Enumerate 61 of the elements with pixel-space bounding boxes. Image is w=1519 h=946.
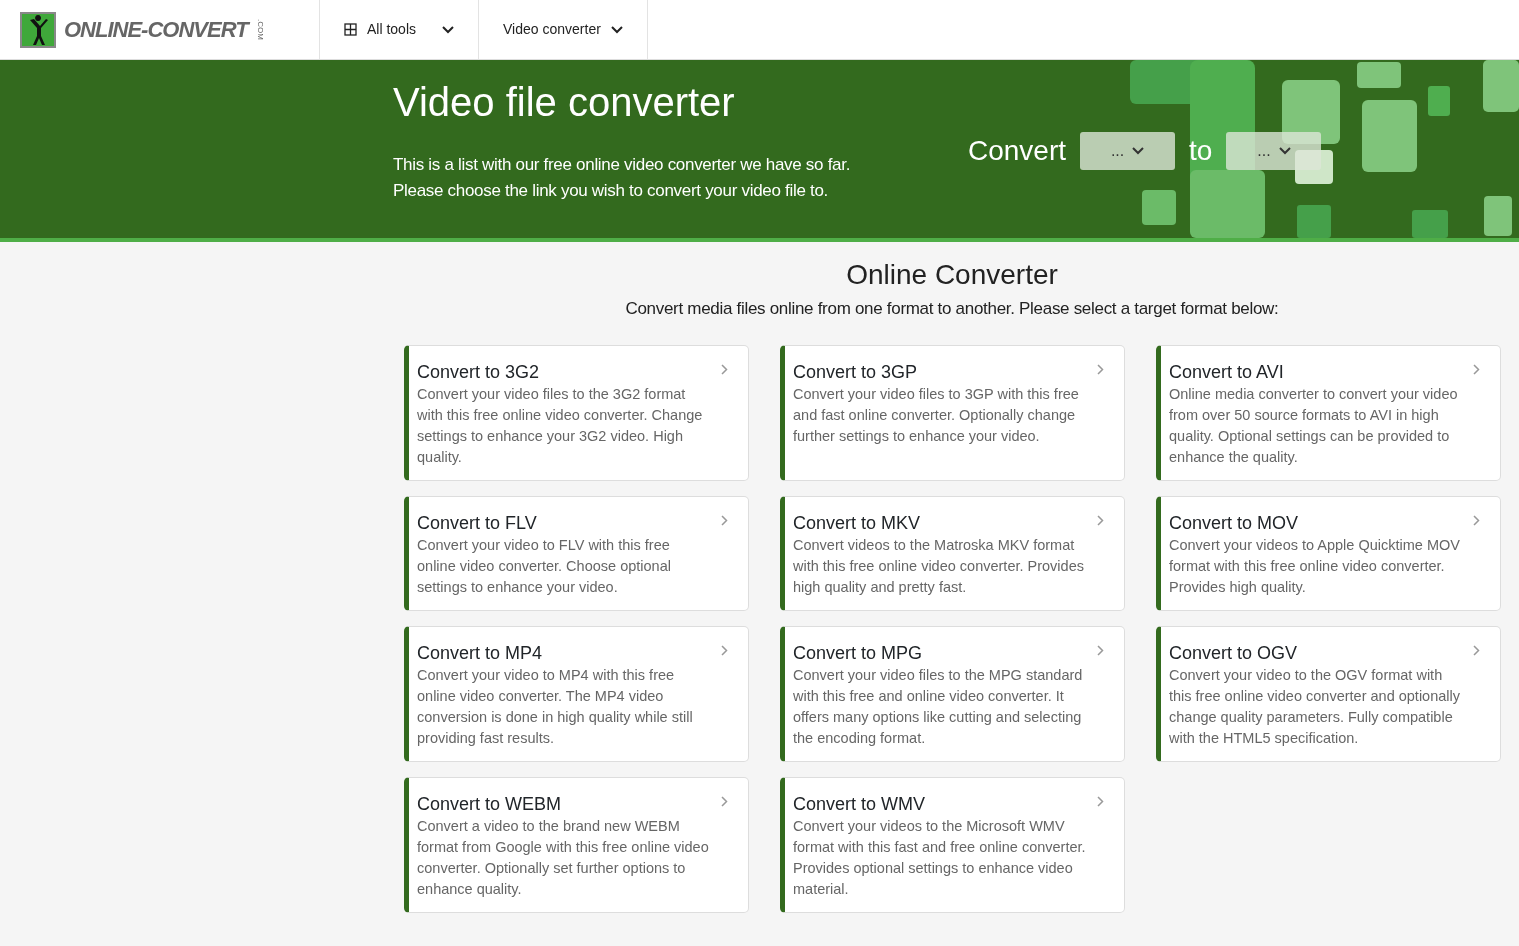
chevron-icon <box>1132 147 1145 155</box>
chevron-icon <box>721 796 728 808</box>
card-title: Convert to MPG <box>793 642 924 666</box>
card-text: Convert your videos to the Microsoft WMV format with this fast and free online converter. Provides optional settings to enhance video material. <box>793 817 1087 900</box>
chevron-icon <box>1097 645 1104 657</box>
chevron-icon <box>721 364 728 376</box>
card-text: Convert your video files to the 3G2 format with this free online video converter. Change settings to enhance your 3G2 video. High quality. <box>417 385 704 468</box>
card-title: Convert to OGV <box>1169 642 1299 666</box>
card-text: Online media converter to convert your video from over 50 source formats to AVI in high quality. Optional settings can be provided to enhance the quality. <box>1169 385 1459 468</box>
chevron-icon <box>1097 796 1104 808</box>
chevron-icon <box>1473 364 1480 376</box>
card-text: Convert your video files to 3GP with this free and fast online converter. Optionally change further settings to enhance your video. <box>793 385 1080 447</box>
grid-icon <box>344 23 357 36</box>
card-title: Convert to WMV <box>793 793 927 817</box>
card-text: Convert videos to the Matroska MKV format with this free online video converter. Provides high quality and pretty fast. <box>793 536 1085 598</box>
to-label: to <box>1189 134 1213 168</box>
card-text: Convert your video to MP4 with this free online video converter. The MP4 video conversion is done in high quality while still providing fast results. <box>417 666 694 749</box>
chevron-icon <box>1473 515 1480 527</box>
converter-card[interactable]: Convert to MPG Convert your video files to the MPG standard with this free and online video converter. It offers many options like cutting and selecting the encoding format. <box>780 626 1125 763</box>
page-title: Video file converter <box>393 80 736 124</box>
section-subtitle: Convert media files online from one format to another. Please select a target format below: <box>624 297 1280 320</box>
converter-card[interactable]: Convert to 3GP Convert your video files to 3GP with this free and fast online converter. Optionally change further settings to enhance your video. <box>780 345 1125 482</box>
menu-button[interactable]: Video converter <box>479 0 648 59</box>
logo-suffix: .COM <box>255 19 264 40</box>
card-text: Convert your video to FLV with this free online video converter. Choose optional settings to enhance your video. <box>417 536 672 598</box>
card-title: Convert to WEBM <box>417 793 563 817</box>
converter-card[interactable]: Convert to MP4 Convert your video to MP4 with this free online video converter. The MP4 video conversion is done in high quality while still providing fast results. <box>404 626 749 763</box>
chevron-icon <box>721 515 728 527</box>
card-title: Convert to 3G2 <box>417 361 541 385</box>
converter-card[interactable]: Convert to OGV Convert your video to the OGV format with this free online video converter and optionally change quality parameters. Fully compatible with the HTML5 specification. <box>1156 626 1501 763</box>
card-title: Convert to MP4 <box>417 642 544 666</box>
card-title: Convert to MOV <box>1169 512 1300 536</box>
converter-card[interactable]: Convert to WMV Convert your videos to the Microsoft WMV format with this fast and free online converter. Provides optional settings to enhance video material. <box>780 777 1125 914</box>
card-title: Convert to 3GP <box>793 361 919 385</box>
card-text: Convert your video files to the MPG standard with this free and online video converter. It offers many options like cutting and selecting the encoding format. <box>793 666 1084 749</box>
card-text: Convert your video to the OGV format with this free online video converter and optionally change quality parameters. Fully compatible with the HTML5 specification. <box>1169 666 1461 749</box>
chevron-icon <box>721 645 728 657</box>
chevron-icon <box>1097 515 1104 527</box>
banner-text: This is a list with our free online video converter we have so far. <box>393 154 851 176</box>
chevron-icon <box>1097 364 1104 376</box>
format-select[interactable]: ... <box>1080 132 1176 170</box>
converter-card[interactable]: Convert to MOV Convert your videos to Apple Quicktime MOV format with this free online video converter. Provides high quality. <box>1156 496 1501 612</box>
convert-label: Convert <box>968 134 1067 168</box>
card-title: Convert to FLV <box>417 512 538 536</box>
converter-card[interactable]: Convert to WEBM Convert a video to the brand new WEBM format from Google with this free online video converter. Optionally set further options to enhance quality. <box>404 777 749 914</box>
chevron-icon <box>1278 147 1291 155</box>
logo-icon <box>20 11 56 48</box>
card-text: Convert a video to the brand new WEBM format from Google with this free online video converter. Optionally set further options to enhance quality. <box>417 817 710 900</box>
converter-card[interactable]: Convert to AVI Online media converter to convert your video from over 50 source formats to AVI in high quality. Optional settings can be provided to enhance the quality. <box>1156 345 1501 482</box>
logo-text[interactable]: ONLINE-CONVERT <box>64 13 248 46</box>
chevron-icon <box>1473 645 1480 657</box>
converter-card[interactable]: Convert to 3G2 Convert your video files to the 3G2 format with this free online video converter. Change settings to enhance your 3G2 video. High quality. <box>404 345 749 482</box>
menu-button[interactable]: All tools <box>320 0 480 59</box>
converter-card[interactable]: Convert to MKV Convert videos to the Matroska MKV format with this free online video converter. Provides high quality and pretty fast. <box>780 496 1125 612</box>
format-select[interactable]: ... <box>1226 132 1322 170</box>
banner-text: Please choose the link you wish to convert your video file to. <box>393 180 829 202</box>
card-title: Convert to MKV <box>793 512 922 536</box>
card-title: Convert to AVI <box>1169 361 1285 385</box>
section-title: Online Converter <box>845 258 1059 292</box>
converter-card[interactable]: Convert to FLV Convert your video to FLV with this free online video converter. Choose optional settings to enhance your video. <box>404 496 749 612</box>
card-text: Convert your videos to Apple Quicktime MOV format with this free online video converter. Provides high quality. <box>1169 536 1461 598</box>
